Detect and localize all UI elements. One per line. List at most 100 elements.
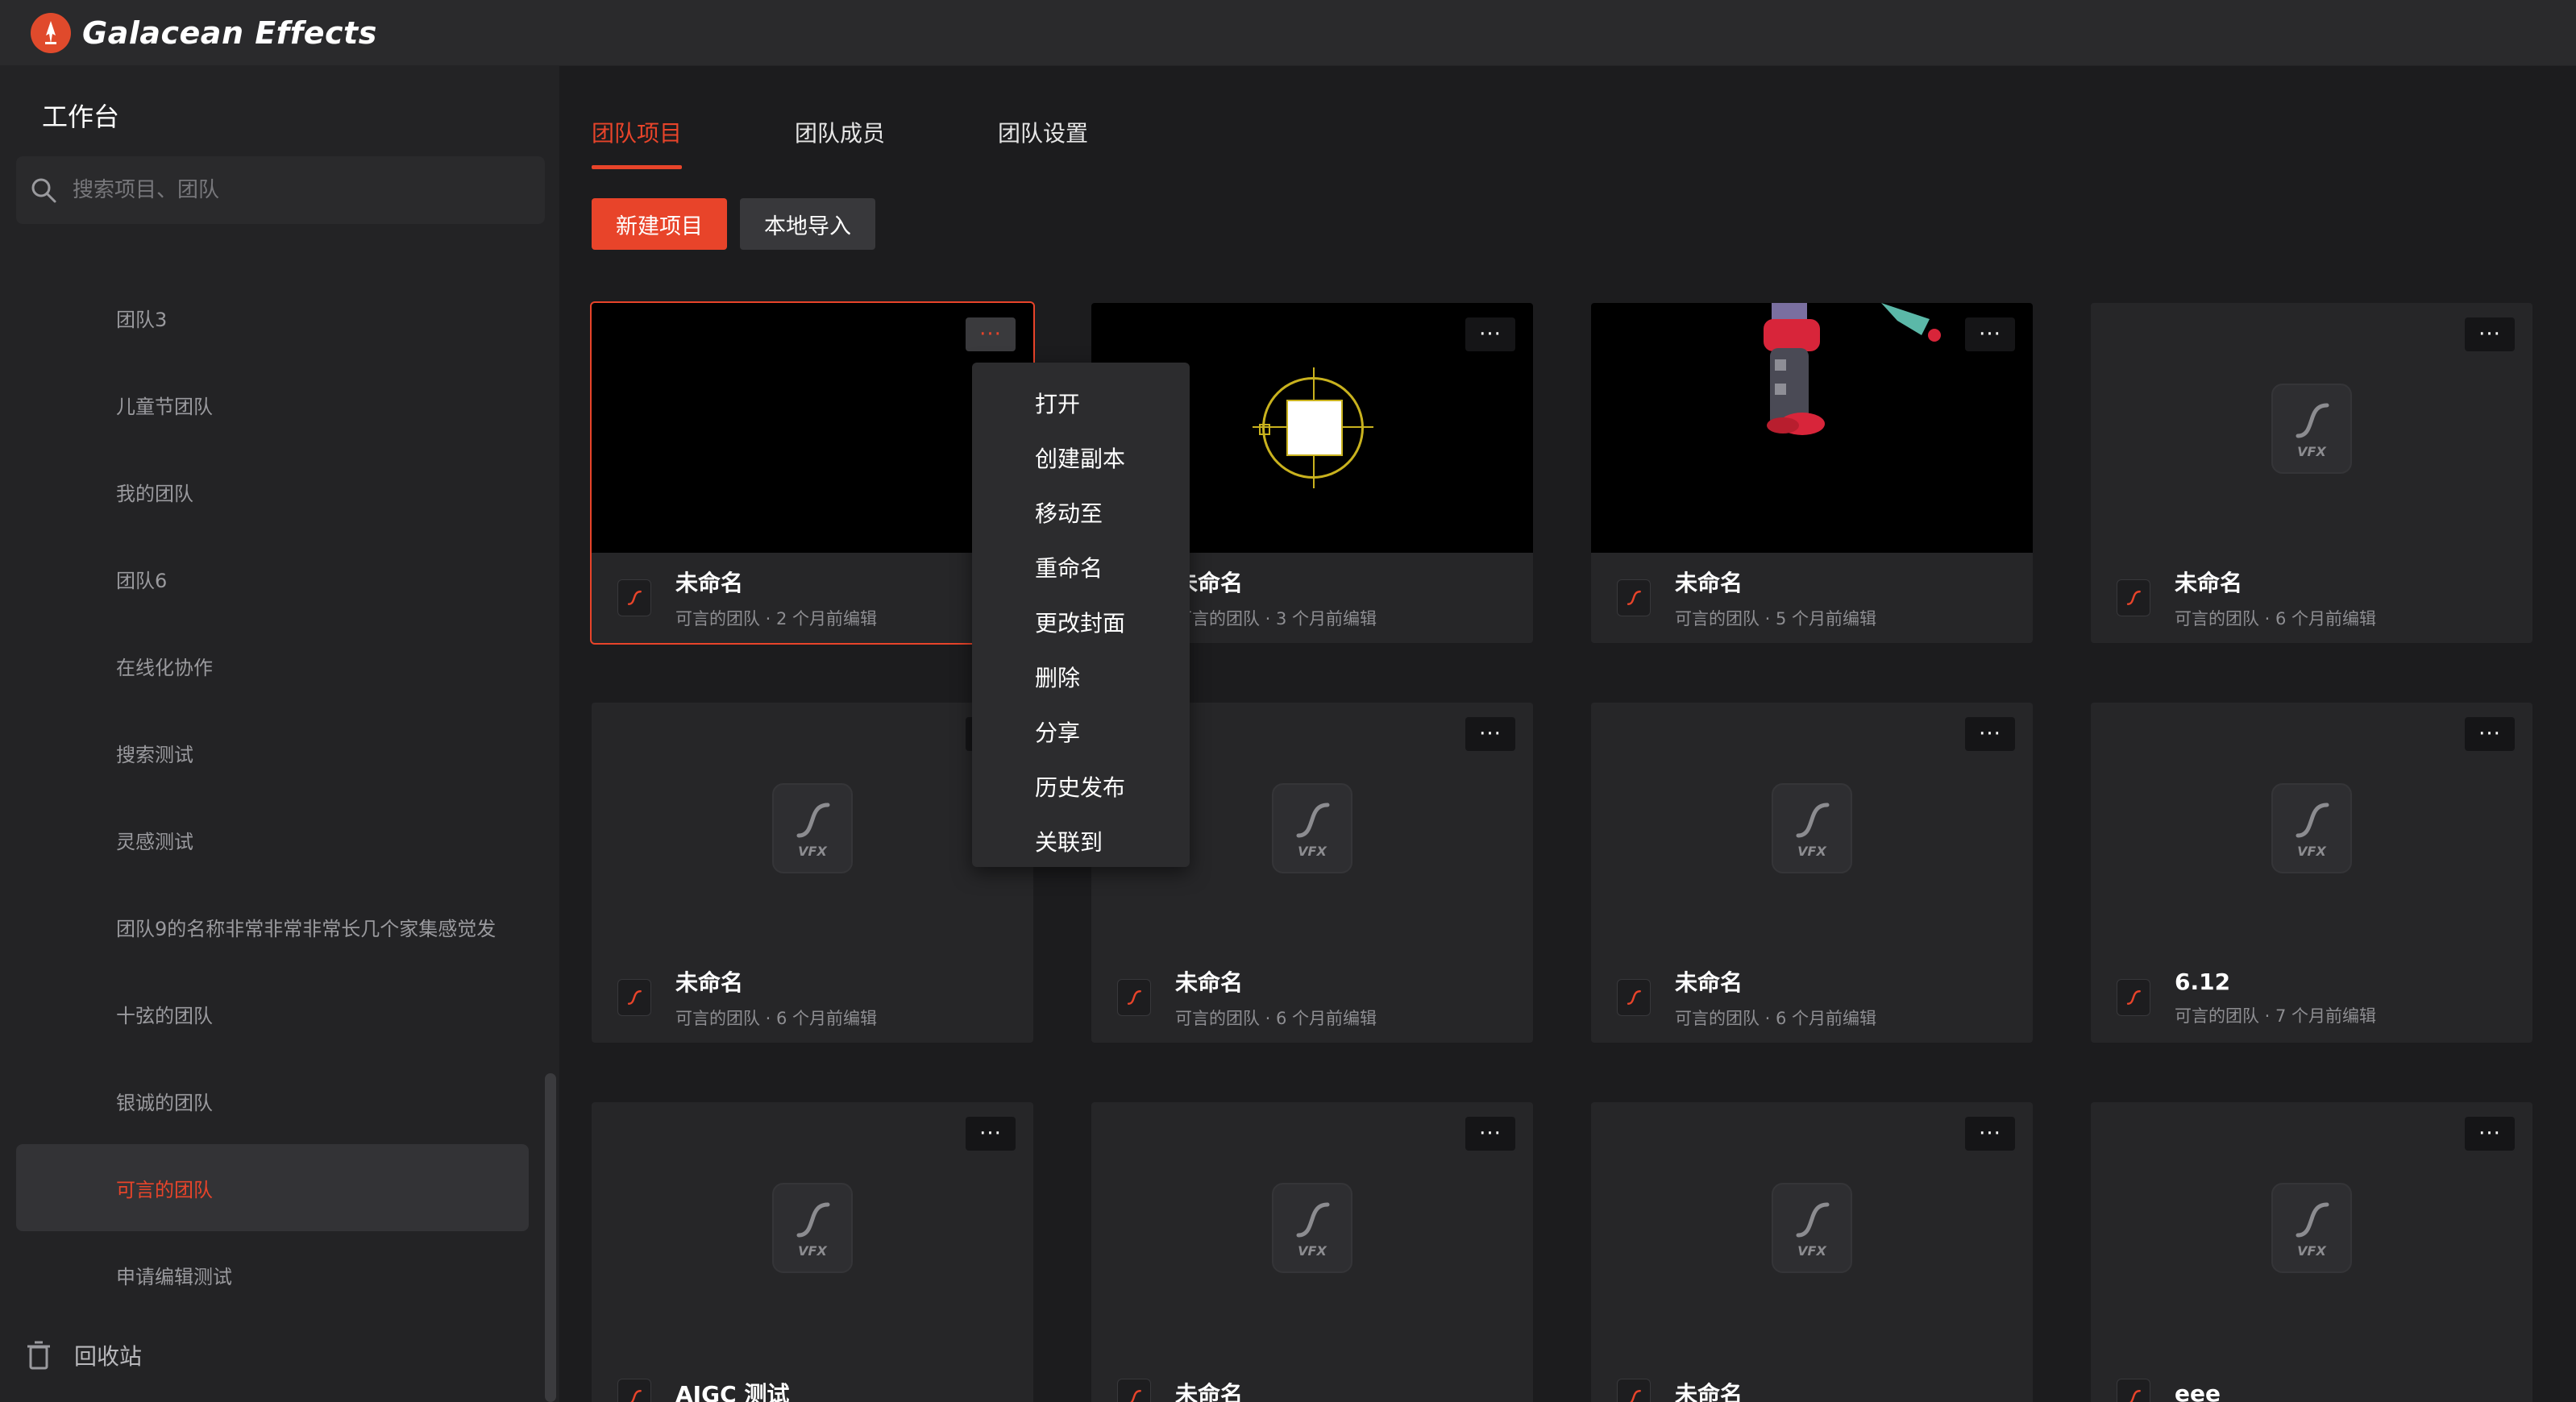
main-content: 团队项目 团队成员 团队设置 新建项目 本地导入 ··· 未命名 可言的团队 · 2 个… xyxy=(559,66,2576,1402)
tab-1[interactable]: 团队成员 xyxy=(795,116,885,169)
vfx-placeholder-icon: VFX xyxy=(772,1183,853,1273)
project-thumbnail[interactable]: ··· xyxy=(592,303,1033,553)
sidebar-team-item[interactable]: 灵感测试 xyxy=(16,796,529,883)
context-menu-item[interactable]: 删除 xyxy=(972,649,1190,704)
project-thumbnail[interactable]: VFX··· xyxy=(1591,703,2033,952)
sidebar-team-item[interactable]: 搜索测试 xyxy=(16,709,529,796)
curve-icon xyxy=(1796,803,1830,837)
trash-link[interactable]: 回收站 xyxy=(24,1339,142,1371)
curve-icon xyxy=(627,591,642,605)
project-card[interactable]: VFX ··· 6.12 可言的团队 · 7 个月前编辑 xyxy=(2091,703,2532,1043)
project-info: 6.12 可言的团队 · 7 个月前编辑 xyxy=(2091,952,2532,1043)
project-thumbnail[interactable]: VFX··· xyxy=(2091,703,2532,952)
project-info: AIGC 测试 xyxy=(592,1352,1033,1402)
project-info: 未命名 可言的团队 · 5 个月前编辑 xyxy=(1591,553,2033,643)
project-thumbnail[interactable]: VFX··· xyxy=(2091,1102,2532,1352)
curve-icon xyxy=(796,1202,830,1237)
project-info: 未命名 xyxy=(1091,1352,1533,1402)
project-info: 未命名 可言的团队 · 6 个月前编辑 xyxy=(592,952,1033,1043)
context-menu-item[interactable]: 关联到 xyxy=(972,814,1190,869)
more-options-button[interactable]: ··· xyxy=(1965,317,2015,351)
sidebar-team-item[interactable]: 团队9的名称非常非常非常长几个家集感觉发 xyxy=(16,883,529,970)
new-project-button[interactable]: 新建项目 xyxy=(592,198,727,250)
context-menu-item[interactable]: 移动至 xyxy=(972,485,1190,540)
project-card[interactable]: ··· 未命名 可言的团队 · 5 个月前编辑 xyxy=(1591,303,2033,643)
more-options-button[interactable]: ··· xyxy=(966,1117,1016,1151)
project-card[interactable]: VFX···未命名可言的团队 · 6 个月前编辑 xyxy=(1591,703,2033,1043)
more-options-button[interactable]: ··· xyxy=(2465,1117,2515,1151)
curve-icon xyxy=(1296,1202,1330,1237)
context-menu-item[interactable]: 重命名 xyxy=(972,540,1190,595)
project-meta: 未命名 可言的团队 · 6 个月前编辑 xyxy=(675,965,877,1030)
project-card[interactable]: VFX ··· eee xyxy=(2091,1102,2532,1402)
sidebar-team-item[interactable]: 我的团队 xyxy=(16,448,529,535)
search-input[interactable] xyxy=(73,178,524,202)
project-subtitle: 可言的团队 · 6 个月前编辑 xyxy=(1675,1009,1877,1028)
project-card[interactable]: VFX ··· AIGC 测试 xyxy=(592,1102,1033,1402)
vfx-app-icon xyxy=(617,1379,651,1402)
scene-element xyxy=(1286,400,1343,456)
project-grid: ··· 未命名 可言的团队 · 2 个月前编辑 ··· 未命名 可言的团队 · 3 个月前… xyxy=(590,301,2542,1402)
tab-2[interactable]: 团队设置 xyxy=(998,116,1088,169)
vfx-app-icon xyxy=(1617,1379,1651,1402)
sidebar-team-item[interactable]: 团队6 xyxy=(16,535,529,622)
more-options-button[interactable]: ··· xyxy=(2465,317,2515,351)
galacean-logo-icon[interactable] xyxy=(31,12,71,53)
sidebar-team-item[interactable]: 十弦的团队 xyxy=(16,970,529,1057)
vfx-app-icon xyxy=(1617,579,1651,616)
project-info: 未命名 xyxy=(1591,1352,2033,1402)
vfx-app-icon xyxy=(2117,1379,2150,1402)
sidebar-team-item[interactable]: 在线化协作 xyxy=(16,622,529,709)
context-menu-item[interactable]: 历史发布 xyxy=(972,759,1190,814)
project-card[interactable]: VFX···未命名可言的团队 · 6 个月前编辑 xyxy=(2091,303,2532,643)
context-menu-item[interactable]: 创建副本 xyxy=(972,430,1190,485)
project-meta: 未命名 可言的团队 · 5 个月前编辑 xyxy=(1675,566,1876,630)
vfx-placeholder-icon: VFX xyxy=(1272,783,1352,873)
project-subtitle: 可言的团队 · 5 个月前编辑 xyxy=(1675,609,1877,628)
sidebar-team-item[interactable]: 儿童节团队 xyxy=(16,361,529,448)
more-options-button[interactable]: ··· xyxy=(2465,717,2515,751)
sidebar-team-item[interactable]: 银诚的团队 xyxy=(16,1057,529,1144)
more-options-button[interactable]: ··· xyxy=(1465,317,1515,351)
vfx-app-icon xyxy=(617,579,651,616)
project-thumbnail[interactable]: VFX··· xyxy=(2091,303,2532,553)
curve-icon xyxy=(2296,403,2329,438)
project-info: eee xyxy=(2091,1352,2532,1402)
context-menu-item[interactable]: 更改封面 xyxy=(972,595,1190,649)
context-menu-item[interactable]: 分享 xyxy=(972,704,1190,759)
team-list: 团队3 儿童节团队 我的团队 团队6 在线化协作 搜索测试 灵感测试 团队9的名称非常非常非常… xyxy=(16,274,529,1318)
project-subtitle: 可言的团队 · 2 个月前编辑 xyxy=(675,609,878,628)
sidebar-scrollbar[interactable] xyxy=(545,1073,556,1402)
more-options-button[interactable]: ··· xyxy=(1465,1117,1515,1151)
project-thumbnail[interactable]: VFX ··· xyxy=(1591,1102,2033,1352)
project-card[interactable]: ··· 未命名 可言的团队 · 2 个月前编辑 xyxy=(590,301,1035,645)
more-options-button[interactable]: ··· xyxy=(1465,717,1515,751)
project-card[interactable]: VFX··· 未命名可言的团队 · 6 个月前编辑 xyxy=(592,703,1033,1043)
search-box[interactable] xyxy=(16,156,545,224)
context-menu-item[interactable]: 打开 xyxy=(972,375,1190,430)
vfx-placeholder-icon: VFX xyxy=(1772,1183,1852,1273)
project-card[interactable]: VFX ··· 未命名 xyxy=(1091,1102,1533,1402)
local-import-button[interactable]: 本地导入 xyxy=(740,198,875,250)
sidebar-team-item[interactable]: 可言的团队 xyxy=(16,1144,529,1231)
vfx-placeholder-icon: VFX xyxy=(772,783,853,873)
project-title: 未命名 xyxy=(1675,1381,1743,1402)
more-options-button[interactable]: ··· xyxy=(1965,1117,2015,1151)
tab-0[interactable]: 团队项目 xyxy=(592,116,683,169)
project-meta: 6.12 可言的团队 · 7 个月前编辑 xyxy=(2175,969,2376,1027)
project-title: 未命名 xyxy=(1175,1381,1244,1402)
brand-name[interactable]: Galacean Effects xyxy=(82,15,377,51)
sidebar-team-item[interactable]: 申请编辑测试 xyxy=(16,1231,529,1318)
project-meta: 未命名 xyxy=(1675,1377,1743,1402)
project-info: 未命名 可言的团队 · 2 个月前编辑 xyxy=(592,553,1033,643)
project-card[interactable]: VFX ··· 未命名 xyxy=(1591,1102,2033,1402)
project-thumbnail[interactable]: ··· xyxy=(1591,303,2033,553)
project-thumbnail[interactable]: VFX ··· xyxy=(1091,1102,1533,1352)
more-options-button[interactable]: ··· xyxy=(1965,717,2015,751)
sidebar-team-item[interactable]: 团队3 xyxy=(16,274,529,361)
vfx-placeholder-icon: VFX xyxy=(1272,1183,1352,1273)
project-thumbnail[interactable]: VFX ··· xyxy=(592,1102,1033,1352)
project-title: 未命名 xyxy=(1175,570,1244,596)
project-thumbnail[interactable]: VFX··· xyxy=(592,703,1033,952)
more-options-button[interactable]: ··· xyxy=(966,317,1016,351)
